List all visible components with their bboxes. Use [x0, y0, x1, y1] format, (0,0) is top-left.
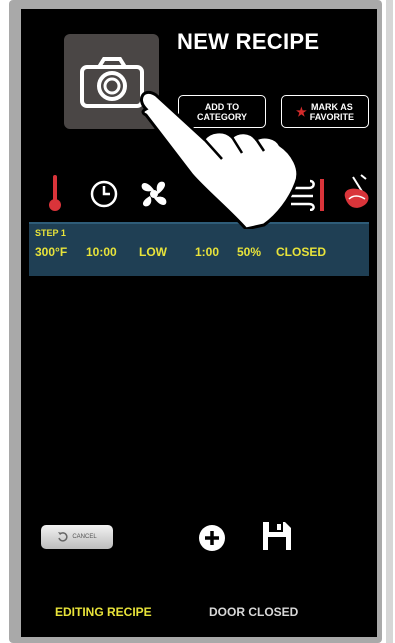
thermometer-icon — [49, 175, 61, 211]
step-humidity: 50% — [237, 245, 262, 259]
pointing-hand-icon — [140, 90, 300, 229]
device-edge — [386, 0, 393, 643]
cancel-label: CANCEL — [72, 534, 97, 540]
meat-probe-icon — [344, 174, 369, 208]
mark-as-favorite-label-1: MARK AS — [311, 101, 353, 112]
add-step-button[interactable] — [197, 523, 227, 553]
status-editing: EDITING RECIPE — [55, 605, 152, 619]
step-label: STEP 1 — [35, 228, 66, 238]
status-door: DOOR CLOSED — [209, 605, 299, 619]
step-fan: LOW — [139, 245, 167, 259]
undo-icon — [58, 532, 68, 542]
step-temperature: 300°F — [35, 245, 68, 259]
step-probe-time: 1:00 — [195, 245, 220, 259]
mark-as-favorite-label-2: FAVORITE — [309, 111, 355, 122]
clock-icon — [90, 180, 118, 208]
step-time: 10:00 — [86, 245, 117, 259]
save-button[interactable] — [260, 519, 294, 553]
recipe-step-row[interactable]: STEP 1 300°F 10:00 LOW 1:00 50% CLOSED — [29, 222, 369, 276]
oven-screen: NEW RECIPE ADD TO CATEGORY ★ MARK AS FAV… — [21, 9, 377, 637]
page-title: NEW RECIPE — [177, 29, 320, 54]
step-vent: CLOSED — [276, 245, 327, 259]
cancel-button[interactable]: CANCEL — [41, 525, 113, 549]
